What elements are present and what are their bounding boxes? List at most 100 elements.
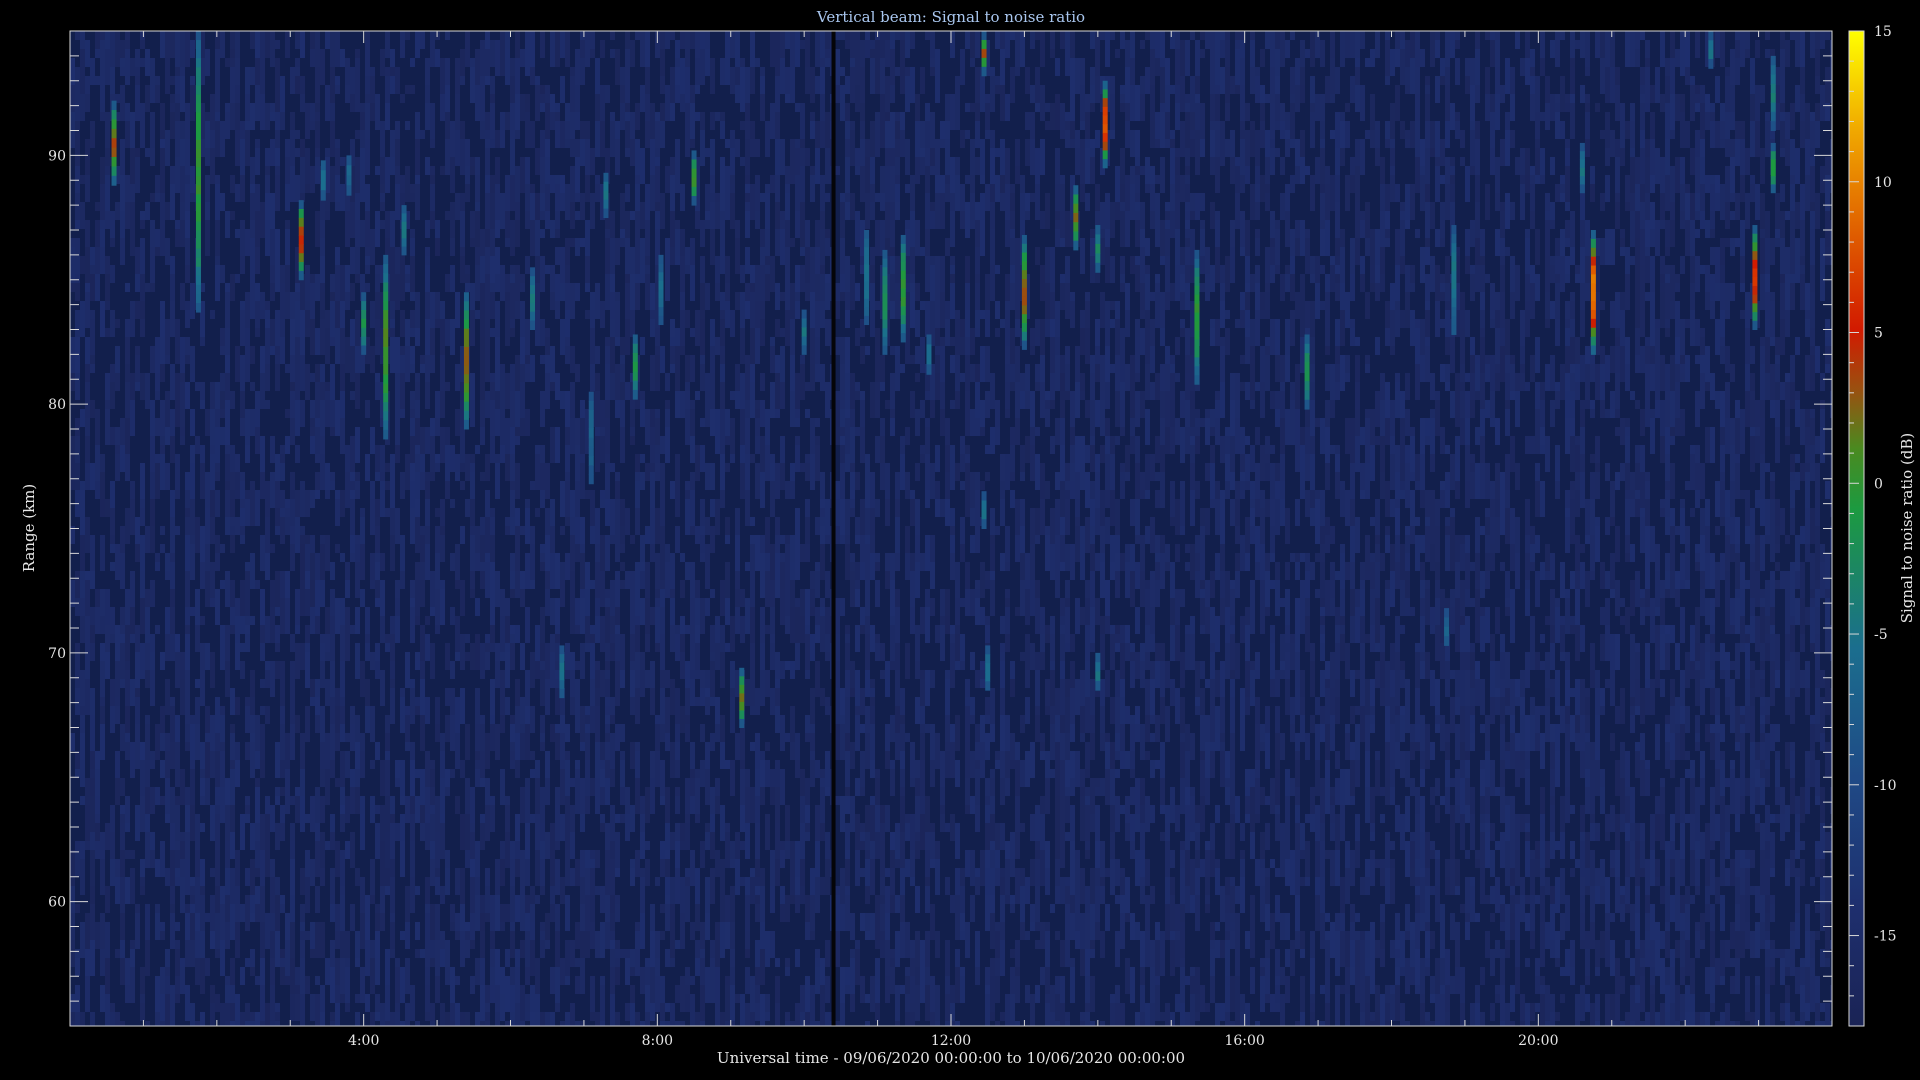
noise-cell	[420, 580, 425, 607]
noise-cell	[995, 760, 1000, 769]
noise-cell	[750, 787, 755, 823]
noise-cell	[950, 211, 955, 247]
noise-cell	[665, 850, 670, 859]
noise-cell	[845, 157, 850, 193]
noise-cell	[685, 715, 690, 724]
noise-cell	[485, 31, 490, 49]
noise-cell	[425, 472, 430, 481]
noise-cell	[420, 526, 425, 535]
noise-cell	[570, 418, 575, 454]
noise-cell	[95, 751, 100, 769]
noise-cell	[225, 373, 230, 400]
noise-cell	[910, 247, 915, 256]
noise-cell	[525, 607, 530, 643]
noise-cell	[755, 1003, 760, 1021]
noise-cell	[1000, 643, 1005, 652]
noise-cell	[565, 427, 570, 445]
noise-cell	[915, 967, 920, 985]
noise-cell	[850, 130, 855, 166]
noise-cell	[235, 922, 240, 958]
noise-cell	[860, 67, 865, 103]
noise-cell	[95, 796, 100, 814]
noise-cell	[975, 814, 980, 832]
noise-cell	[555, 112, 560, 121]
noise-cell	[750, 121, 755, 139]
noise-cell	[955, 355, 960, 391]
noise-cell	[675, 796, 680, 814]
noise-cell	[640, 832, 645, 859]
noise-cell	[760, 373, 765, 391]
noise-cell	[310, 859, 315, 886]
noise-cell	[800, 202, 805, 238]
noise-cell	[775, 409, 780, 418]
noise-cell	[185, 382, 190, 409]
noise-cell	[180, 31, 185, 67]
noise-cell	[875, 958, 880, 985]
noise-cell	[310, 580, 315, 607]
noise-cell	[345, 58, 350, 85]
noise-cell	[965, 355, 970, 391]
noise-cell	[280, 967, 285, 985]
noise-cell	[345, 211, 350, 247]
noise-cell	[130, 184, 135, 202]
noise-cell	[290, 994, 295, 1021]
noise-cell	[990, 958, 995, 976]
noise-cell	[310, 949, 315, 958]
noise-cell	[350, 67, 355, 94]
noise-cell	[310, 283, 315, 319]
noise-cell	[755, 859, 760, 877]
noise-cell	[480, 310, 485, 337]
noise-cell	[395, 598, 400, 616]
noise-cell	[760, 535, 765, 553]
noise-cell	[455, 544, 460, 580]
noise-cell	[895, 589, 900, 607]
noise-cell	[510, 85, 515, 103]
noise-cell	[250, 949, 255, 967]
noise-cell	[815, 949, 820, 958]
noise-cell	[465, 166, 470, 184]
noise-cell	[930, 724, 935, 760]
noise-cell	[465, 454, 470, 481]
noise-cell	[500, 40, 505, 76]
noise-cell	[500, 769, 505, 805]
noise-cell	[225, 571, 230, 607]
noise-cell	[420, 715, 425, 751]
noise-cell	[310, 697, 315, 706]
noise-cell	[175, 526, 180, 535]
noise-cell	[745, 355, 750, 373]
noise-cell	[595, 616, 600, 643]
noise-cell	[730, 391, 735, 400]
noise-cell	[790, 535, 795, 562]
noise-cell	[395, 1012, 400, 1026]
noise-cell	[395, 958, 400, 967]
noise-cell	[580, 121, 585, 130]
noise-cell	[590, 976, 595, 1012]
noise-cell	[185, 787, 190, 805]
noise-cell	[150, 850, 155, 868]
noise-cell	[425, 967, 430, 976]
noise-cell	[825, 697, 830, 706]
noise-cell	[365, 922, 370, 940]
noise-cell	[720, 310, 725, 319]
noise-cell	[290, 472, 295, 499]
noise-cell	[200, 742, 205, 769]
noise-cell	[470, 283, 475, 310]
noise-cell	[980, 562, 985, 598]
noise-cell	[550, 553, 555, 589]
noise-cell	[865, 346, 870, 355]
noise-cell	[410, 688, 415, 724]
noise-cell	[705, 220, 710, 229]
noise-cell	[260, 31, 265, 67]
noise-cell	[545, 103, 550, 139]
noise-cell	[350, 706, 355, 724]
noise-cell	[565, 481, 570, 517]
noise-cell	[520, 571, 525, 589]
noise-cell	[520, 940, 525, 958]
noise-cell	[725, 31, 730, 58]
noise-cell	[310, 49, 315, 67]
noise-cell	[605, 346, 610, 364]
noise-cell	[310, 166, 315, 193]
noise-cell	[940, 616, 945, 625]
noise-cell	[645, 859, 650, 886]
noise-cell	[850, 949, 855, 958]
